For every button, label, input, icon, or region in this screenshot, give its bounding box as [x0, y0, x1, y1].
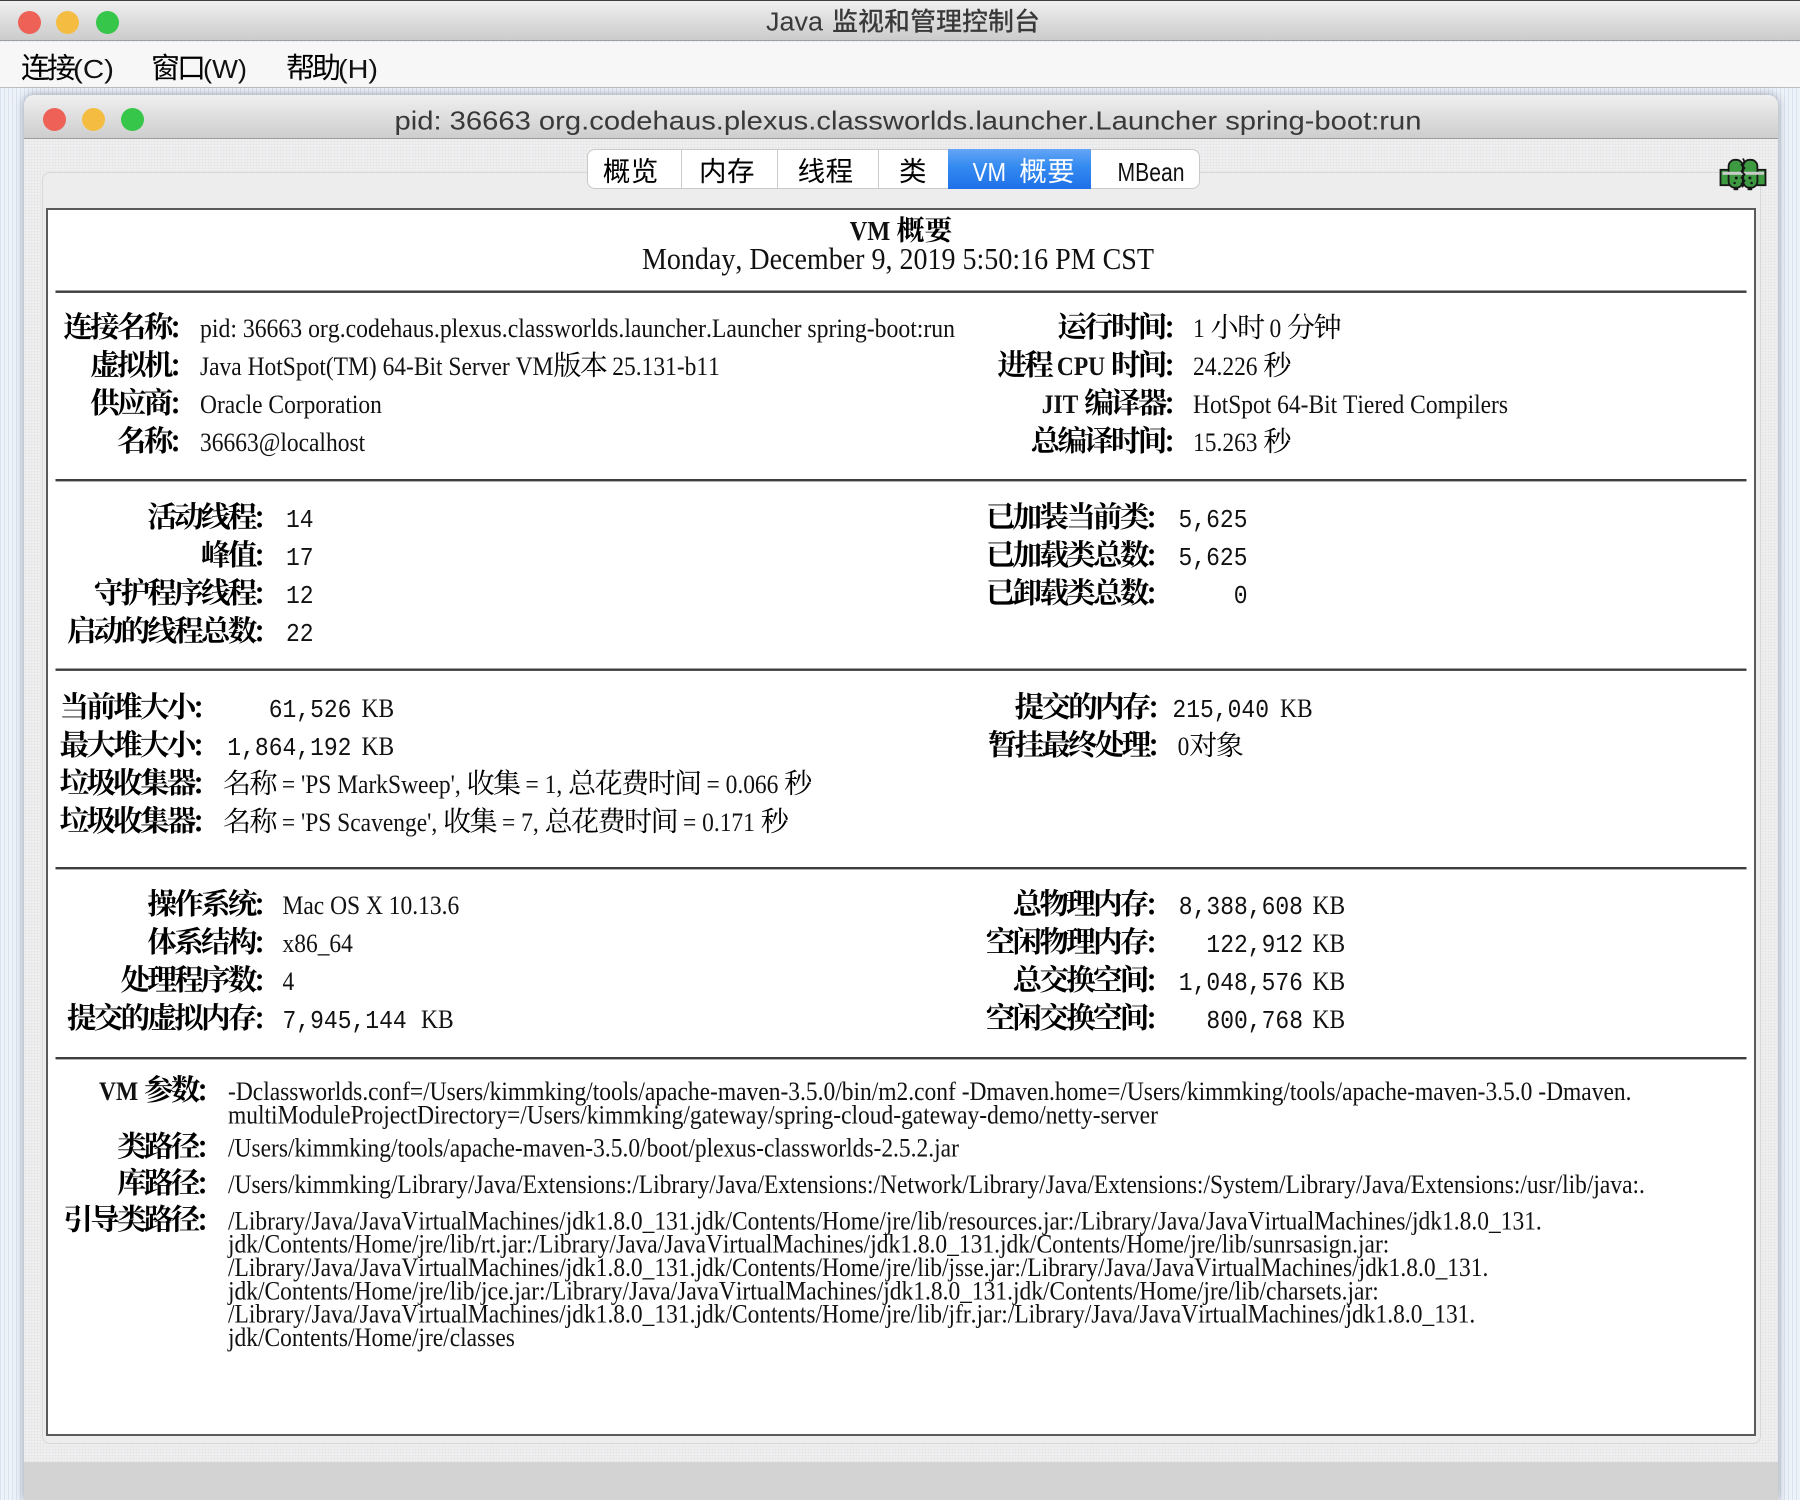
svg-text:/Users/kimmking/Library/Java/E: /Users/kimmking/Library/Java/Extensions:…	[228, 1170, 1645, 1199]
svg-text:Mac OS X 10.13.6: Mac OS X 10.13.6	[283, 891, 460, 920]
svg-text:14: 14	[286, 505, 314, 535]
svg-text:(W): (W)	[203, 54, 247, 84]
svg-text:= 7,: = 7,	[496, 808, 544, 837]
svg-text:(C): (C)	[73, 54, 114, 84]
svg-text:KB: KB	[1313, 929, 1346, 958]
svg-text:/Users/kimmking/tools/apache-m: /Users/kimmking/tools/apache-maven-3.5.0…	[228, 1134, 959, 1163]
svg-text:800,768: 800,768	[1206, 1006, 1303, 1036]
svg-text:multiModuleProjectDirectory=/U: multiModuleProjectDirectory=/Users/kimmk…	[228, 1100, 1158, 1129]
svg-text:215,040: 215,040	[1172, 695, 1269, 725]
svg-text:36663@localhost: 36663@localhost	[200, 428, 366, 457]
svg-text:22: 22	[286, 619, 314, 649]
svg-text:KB: KB	[1280, 694, 1313, 723]
svg-text:1,864,192: 1,864,192	[227, 733, 351, 763]
svg-text:jdk/Contents/Home/jre/classes: jdk/Contents/Home/jre/classes	[227, 1323, 515, 1352]
svg-text:pid: 36663 org.codehaus.plexus: pid: 36663 org.codehaus.plexus.classworl…	[395, 106, 1422, 136]
svg-text:KB: KB	[1313, 1005, 1346, 1034]
svg-text:= 'PS MarkSweep',: = 'PS MarkSweep',	[276, 770, 467, 799]
svg-text:0: 0	[1234, 581, 1248, 611]
svg-text:25.131-b11: 25.131-b11	[606, 352, 720, 381]
svg-text:15.263: 15.263	[1193, 428, 1263, 457]
svg-text:KB: KB	[362, 694, 395, 723]
svg-text:KB: KB	[1313, 967, 1346, 996]
svg-text:CPU: CPU	[1051, 352, 1111, 381]
svg-text:Java HotSpot(TM) 64-Bit Server: Java HotSpot(TM) 64-Bit Server VM	[200, 352, 553, 381]
svg-text:= 0.066: = 0.066	[701, 770, 785, 799]
svg-text:1,048,576: 1,048,576	[1179, 968, 1303, 998]
svg-text:Java: Java	[766, 9, 824, 37]
svg-text:JIT: JIT	[1042, 390, 1084, 419]
svg-text:12: 12	[286, 581, 314, 611]
svg-text:KB: KB	[362, 732, 395, 761]
svg-text:4: 4	[283, 967, 295, 996]
svg-text:(H): (H)	[338, 54, 378, 84]
svg-text:0: 0	[1264, 314, 1288, 343]
svg-text:24.226: 24.226	[1193, 352, 1263, 381]
svg-text:pid: 36663 org.codehaus.plexus: pid: 36663 org.codehaus.plexus.classworl…	[200, 314, 955, 343]
svg-text:= 1,: = 1,	[520, 770, 569, 799]
svg-text:x86_64: x86_64	[283, 929, 353, 958]
svg-text:61,526: 61,526	[269, 695, 352, 725]
svg-text:HotSpot 64-Bit Tiered Compiler: HotSpot 64-Bit Tiered Compilers	[1193, 390, 1508, 419]
svg-text:VM: VM	[99, 1077, 144, 1106]
svg-text:5,625: 5,625	[1179, 505, 1248, 535]
svg-text:= 'PS Scavenge',: = 'PS Scavenge',	[276, 808, 443, 837]
svg-text:= 0.171: = 0.171	[677, 808, 761, 837]
svg-text:1: 1	[1193, 314, 1211, 343]
svg-text:0: 0	[1178, 732, 1190, 761]
svg-text:8,388,608: 8,388,608	[1179, 892, 1303, 922]
svg-text:7,945,144: 7,945,144	[283, 1006, 407, 1036]
svg-text:Monday, December 9, 2019 5:50:: Monday, December 9, 2019 5:50:16 PM CST	[642, 241, 1154, 276]
svg-text:122,912: 122,912	[1206, 930, 1303, 960]
svg-text:VM: VM	[973, 157, 1006, 187]
svg-text:KB: KB	[1313, 891, 1346, 920]
svg-text:KB: KB	[421, 1005, 454, 1034]
svg-text:5,625: 5,625	[1179, 543, 1248, 573]
svg-text:Oracle Corporation: Oracle Corporation	[200, 390, 382, 419]
svg-text:MBean: MBean	[1118, 157, 1185, 187]
svg-text:17: 17	[286, 543, 314, 573]
